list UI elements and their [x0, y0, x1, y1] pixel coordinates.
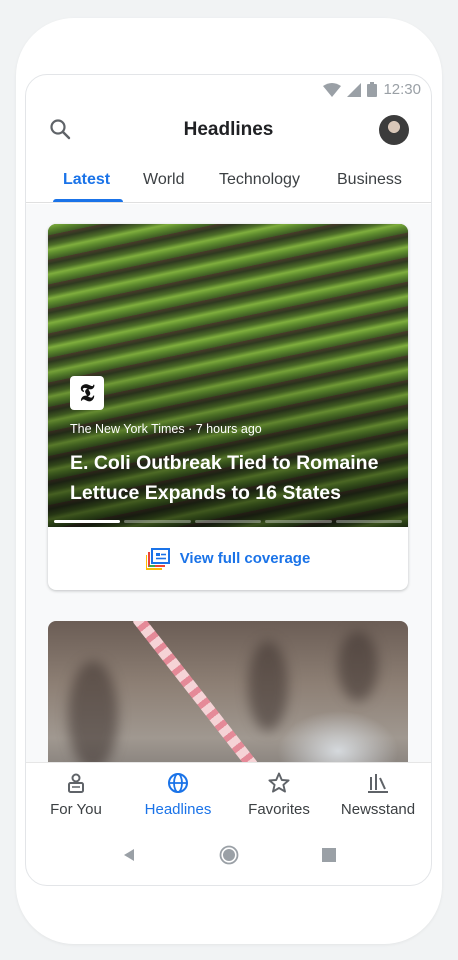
status-bar: 12:30 [26, 75, 431, 105]
story-card-image[interactable] [48, 621, 408, 762]
story-card[interactable]: 𝕿 The New York Times · 7 hours ago E. Co… [48, 224, 408, 590]
section-tabs: Latest World Technology Business [26, 163, 431, 203]
nav-favorites[interactable]: Favorites [229, 771, 329, 818]
newsstand-icon [368, 774, 388, 793]
progress-segment [54, 520, 121, 523]
app-header: Headlines [26, 105, 431, 161]
nav-label: Newsstand [340, 801, 416, 818]
full-coverage-icon [145, 547, 170, 570]
user-avatar[interactable] [379, 115, 409, 145]
nav-label: Favorites [248, 801, 310, 818]
tab-world[interactable]: World [143, 171, 185, 189]
view-full-coverage-button[interactable]: View full coverage [48, 527, 408, 590]
progress-segment [335, 520, 403, 523]
tab-business[interactable]: Business [337, 171, 402, 189]
progress-segment [194, 520, 262, 523]
star-icon [268, 772, 290, 793]
status-time: 12:30 [383, 81, 421, 98]
for-you-icon [68, 773, 84, 793]
app-screen: 12:30 Headlines Latest World Technology … [25, 74, 432, 886]
signal-icon [347, 82, 362, 97]
nav-label: For You [50, 801, 102, 818]
background-figure [248, 641, 288, 731]
progress-segment [124, 520, 191, 523]
nav-for-you[interactable]: For You [26, 771, 126, 818]
home-icon[interactable] [219, 845, 239, 865]
background-figure [338, 631, 378, 701]
nav-headlines[interactable]: Headlines [128, 771, 228, 818]
straw-image [132, 621, 259, 762]
tab-latest[interactable]: Latest [63, 171, 110, 189]
system-navigation [26, 826, 431, 885]
story-meta: The New York Times · 7 hours ago [70, 422, 262, 436]
status-icons: 12:30 [323, 81, 421, 98]
publisher-logo: 𝕿 [70, 376, 104, 410]
coverage-label: View full coverage [179, 550, 311, 567]
battery-icon [367, 82, 378, 97]
progress-segment [265, 520, 332, 523]
story-progress [54, 520, 403, 523]
background-figure [68, 661, 118, 762]
page-title: Headlines [183, 119, 274, 140]
bottom-navigation: For You Headlines Favorites Newsstand [26, 762, 431, 826]
nav-newsstand[interactable]: Newsstand [328, 771, 428, 818]
globe-icon [168, 773, 188, 793]
tab-technology[interactable]: Technology [219, 171, 300, 189]
active-tab-indicator [53, 199, 123, 202]
back-icon[interactable] [122, 848, 136, 862]
recents-icon[interactable] [322, 848, 336, 862]
story-headline[interactable]: E. Coli Outbreak Tied to Romaine Lettuce… [70, 448, 400, 508]
feed[interactable]: 𝕿 The New York Times · 7 hours ago E. Co… [26, 204, 431, 762]
nav-label: Headlines [144, 801, 212, 818]
wifi-icon [323, 82, 342, 97]
